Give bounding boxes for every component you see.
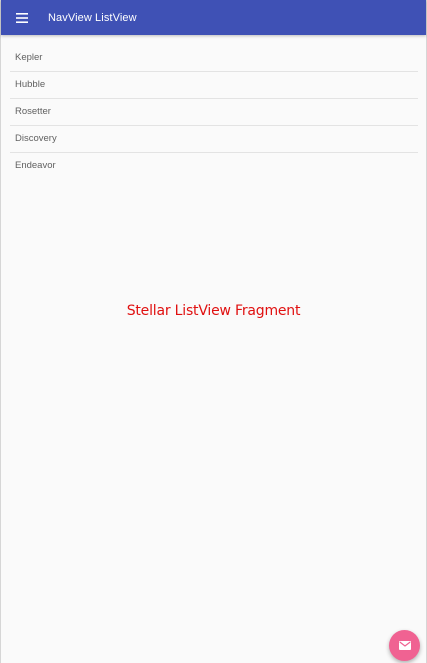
list-item-endeavor[interactable]: Endeavor	[10, 153, 418, 180]
app-screen: NavView ListView Kepler Hubble Rosetter …	[0, 0, 427, 663]
satellite-list: Kepler Hubble Rosetter Discovery Endeavo…	[10, 45, 418, 180]
fragment-label: Stellar ListView Fragment	[126, 303, 301, 319]
mail-fab-button[interactable]	[389, 630, 420, 661]
menu-button[interactable]	[4, 0, 40, 35]
mail-icon	[398, 641, 411, 650]
list-item-discovery[interactable]: Discovery	[10, 126, 418, 153]
menu-icon	[16, 12, 28, 23]
app-toolbar: NavView ListView	[1, 0, 426, 35]
list-item-kepler[interactable]: Kepler	[10, 45, 418, 72]
list-item-hubble[interactable]: Hubble	[10, 72, 418, 99]
list-item-rosetter[interactable]: Rosetter	[10, 99, 418, 126]
toolbar-title: NavView ListView	[48, 11, 137, 24]
